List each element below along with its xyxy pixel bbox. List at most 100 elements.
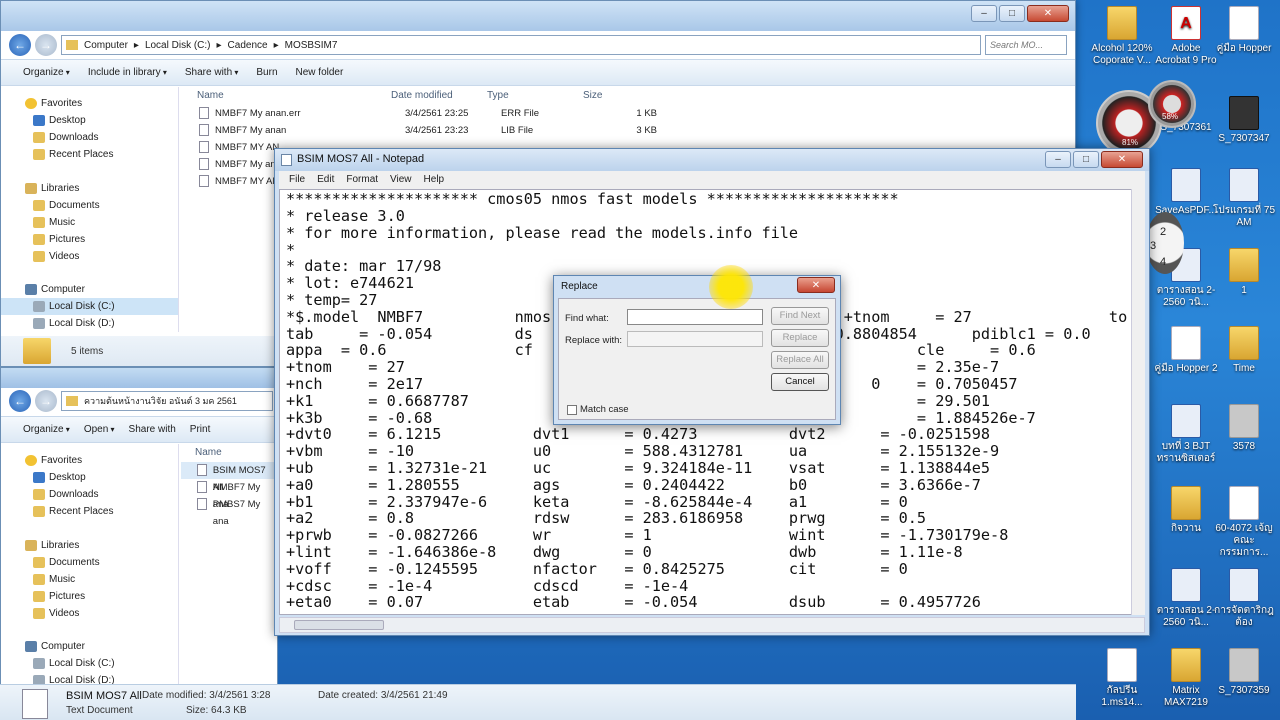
- replace-button[interactable]: Replace: [771, 329, 829, 347]
- nav-recent-places[interactable]: Recent Places: [1, 503, 178, 520]
- nav-pictures[interactable]: Pictures: [1, 231, 178, 248]
- column-size[interactable]: Size: [583, 87, 643, 105]
- nav-videos[interactable]: Videos: [1, 248, 178, 265]
- include-in-library-button[interactable]: Include in library: [88, 67, 167, 78]
- file-row[interactable]: NMBF7 My anan 3/4/2561 23:23 LIB File 3 KB: [181, 122, 1075, 139]
- breadcrumb-computer[interactable]: Computer: [84, 40, 128, 51]
- vertical-scrollbar[interactable]: [1131, 189, 1145, 615]
- file-row[interactable]: PMBS7 My ana: [181, 496, 277, 527]
- share-with-button[interactable]: Share with: [129, 424, 176, 435]
- nav-downloads[interactable]: Downloads: [1, 129, 178, 146]
- desktop-icon-hopper-manual-2[interactable]: คู่มือ Hopper 2: [1154, 326, 1218, 375]
- menu-view[interactable]: View: [390, 171, 412, 189]
- replace-dialog-titlebar[interactable]: Replace ✕: [554, 276, 840, 298]
- desktop-icon-schedule-2[interactable]: ตารางสอน 2-2560 วนิ...: [1154, 568, 1218, 629]
- desktop-icon-alcohol[interactable]: Alcohol 120% Coporate V...: [1090, 6, 1154, 67]
- desktop-icon-bjt-chapter[interactable]: บทที่ 3 BJT ทรานซิสเตอร์: [1154, 404, 1218, 465]
- desktop-icon-3578[interactable]: 3578: [1212, 404, 1276, 453]
- clock-gadget[interactable]: 2 3 4: [1146, 212, 1184, 274]
- address-bar[interactable]: ความต้นหน้างานวิจัย อนันต์ 3 มค 2561: [61, 391, 273, 411]
- nav-documents[interactable]: Documents: [1, 554, 178, 571]
- nav-desktop[interactable]: Desktop: [1, 469, 178, 486]
- new-folder-button[interactable]: New folder: [296, 67, 344, 78]
- close-button[interactable]: ✕: [1101, 151, 1143, 168]
- nav-music[interactable]: Music: [1, 571, 178, 588]
- nav-recent-places[interactable]: Recent Places: [1, 146, 178, 163]
- nav-favorites[interactable]: Favorites: [1, 95, 178, 112]
- column-type[interactable]: Type: [487, 87, 583, 105]
- menu-format[interactable]: Format: [346, 171, 378, 189]
- open-button[interactable]: Open: [84, 424, 115, 435]
- desktop-icon-matrix[interactable]: Matrix MAX7219: [1154, 648, 1218, 709]
- column-name[interactable]: Name: [181, 444, 277, 462]
- nav-local-disk-c[interactable]: Local Disk (C:): [1, 655, 178, 672]
- nav-music[interactable]: Music: [1, 214, 178, 231]
- back-button[interactable]: ←: [9, 34, 31, 56]
- nav-videos[interactable]: Videos: [1, 605, 178, 622]
- desktop-icon-60-4072[interactable]: 60-4072 เจ้ญ คณะกรรมการ...: [1212, 486, 1276, 559]
- file-row[interactable]: NMBF7 My anan.err 3/4/2561 23:25 ERR File 1…: [181, 105, 1075, 122]
- match-case-checkbox[interactable]: Match case: [567, 404, 629, 415]
- forward-button[interactable]: →: [35, 34, 57, 56]
- breadcrumb-local-disk[interactable]: Local Disk (C:): [145, 40, 211, 51]
- scrollbar-thumb[interactable]: [294, 620, 384, 630]
- desktop-icon-acrobat[interactable]: A Adobe Acrobat 9 Pro: [1154, 6, 1218, 67]
- nav-libraries[interactable]: Libraries: [1, 180, 178, 197]
- notepad-titlebar[interactable]: BSIM MOS7 All - Notepad – □ ✕: [275, 149, 1149, 171]
- nav-desktop[interactable]: Desktop: [1, 112, 178, 129]
- organize-button[interactable]: Organize: [23, 424, 70, 435]
- desktop-icon-s7307359[interactable]: S_7307359: [1212, 648, 1276, 697]
- nav-local-disk-c[interactable]: Local Disk (C:): [1, 298, 178, 315]
- replace-all-button[interactable]: Replace All: [771, 351, 829, 369]
- menu-file[interactable]: File: [289, 171, 305, 189]
- find-next-button[interactable]: Find Next: [771, 307, 829, 325]
- close-button[interactable]: ✕: [1027, 5, 1069, 22]
- memory-gauge-gadget[interactable]: 58%: [1148, 80, 1196, 128]
- find-what-input[interactable]: [627, 309, 763, 325]
- nav-downloads[interactable]: Downloads: [1, 486, 178, 503]
- column-name[interactable]: Name: [181, 87, 391, 105]
- replace-with-input[interactable]: [627, 331, 763, 347]
- nav-pictures[interactable]: Pictures: [1, 588, 178, 605]
- nav-favorites[interactable]: Favorites: [1, 452, 178, 469]
- breadcrumb-folder[interactable]: ความต้นหน้างานวิจัย อนันต์ 3 มค 2561: [84, 394, 237, 408]
- minimize-button[interactable]: –: [971, 5, 997, 22]
- file-row[interactable]: NMBF7 My ana: [181, 479, 277, 510]
- column-date-modified[interactable]: Date modified: [391, 87, 487, 105]
- desktop-icon-s7307347[interactable]: S_7307347: [1212, 96, 1276, 145]
- desktop-icon-hopper-manual[interactable]: คู่มือ Hopper: [1212, 6, 1276, 55]
- menu-edit[interactable]: Edit: [317, 171, 334, 189]
- desktop-icon-kalprin[interactable]: กัลปรีน 1.ms14...: [1090, 648, 1154, 709]
- explorer2-titlebar[interactable]: [1, 368, 277, 388]
- desktop-icon-arrangement[interactable]: การจัดตาริกฎ ต้อง: [1212, 568, 1276, 629]
- address-bar[interactable]: Computer ▸ Local Disk (C:) ▸ Cadence ▸ MOSB…: [61, 35, 981, 55]
- maximize-button[interactable]: □: [1073, 151, 1099, 168]
- nav-documents[interactable]: Documents: [1, 197, 178, 214]
- desktop-icon-kijwan[interactable]: กิจวาน: [1154, 486, 1218, 535]
- desktop-icon-folder-1[interactable]: 1: [1212, 248, 1276, 297]
- forward-button[interactable]: →: [35, 390, 57, 412]
- nav-local-disk-d[interactable]: Local Disk (D:): [1, 315, 178, 332]
- desktop-icon-time[interactable]: Time: [1212, 326, 1276, 375]
- close-button[interactable]: ✕: [797, 277, 835, 293]
- share-with-button[interactable]: Share with: [185, 67, 239, 78]
- horizontal-scrollbar[interactable]: [279, 617, 1145, 633]
- nav-libraries[interactable]: Libraries: [1, 537, 178, 554]
- maximize-button[interactable]: □: [999, 5, 1025, 22]
- back-button[interactable]: ←: [9, 390, 31, 412]
- print-button[interactable]: Print: [190, 424, 211, 435]
- breadcrumb-cadence[interactable]: Cadence: [228, 40, 268, 51]
- cancel-button[interactable]: Cancel: [771, 373, 829, 391]
- breadcrumb-mosbsim7[interactable]: MOSBSIM7: [285, 40, 338, 51]
- menu-help[interactable]: Help: [424, 171, 445, 189]
- search-input[interactable]: Search MO...: [985, 35, 1067, 55]
- burn-button[interactable]: Burn: [256, 67, 277, 78]
- file-row-selected[interactable]: BSIM MOS7 All: [181, 462, 277, 493]
- desktop-icon-program[interactable]: โปรแกรมที่ 75 AM: [1212, 168, 1276, 229]
- desktop-icon-saveaspdf[interactable]: SaveAsPDF...: [1154, 168, 1218, 217]
- minimize-button[interactable]: –: [1045, 151, 1071, 168]
- organize-button[interactable]: Organize: [23, 67, 70, 78]
- nav-computer[interactable]: Computer: [1, 638, 178, 655]
- nav-computer[interactable]: Computer: [1, 281, 178, 298]
- explorer-titlebar[interactable]: – □ ✕: [1, 1, 1075, 31]
